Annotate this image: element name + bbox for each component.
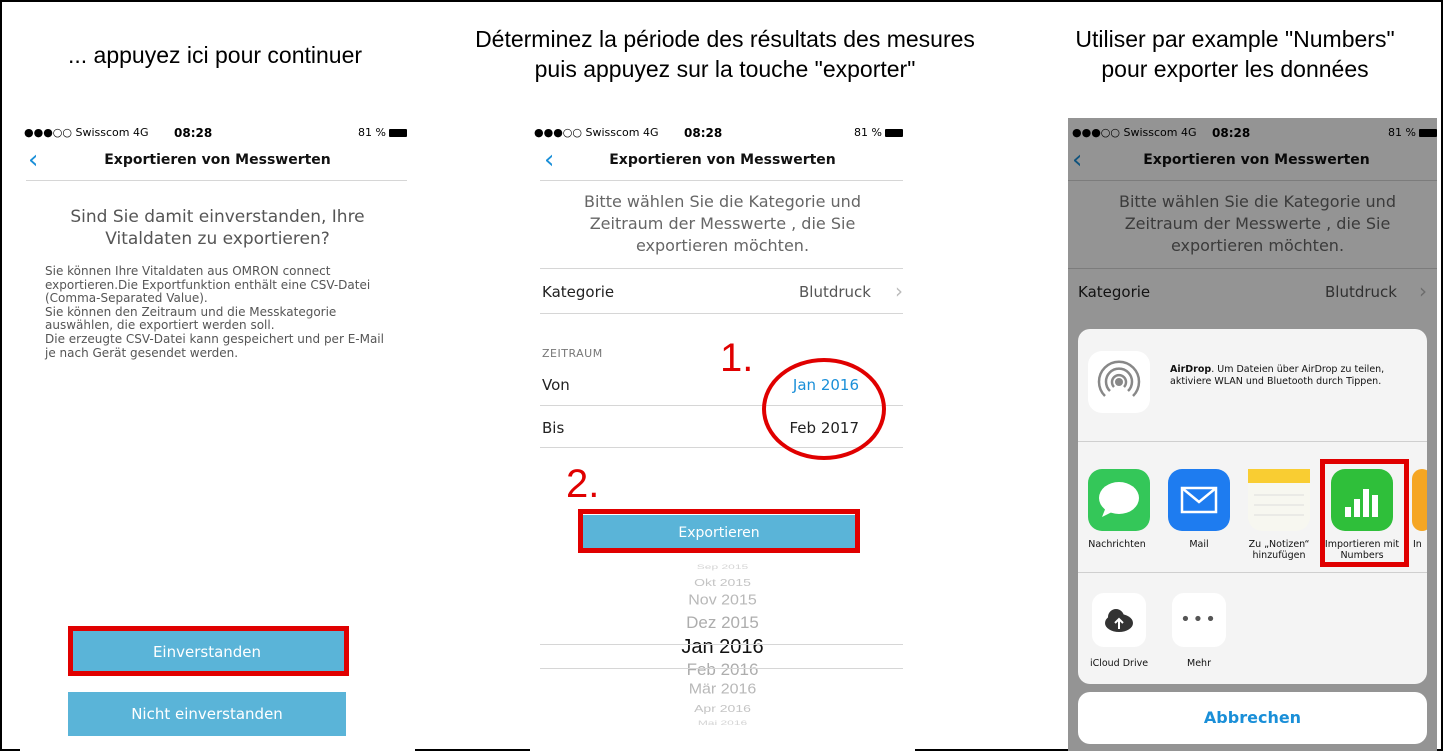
caption-left: ... appuyez ici pour continuer — [67, 42, 363, 68]
picker-item[interactable]: Okt 2015 — [530, 576, 915, 588]
airdrop-description: AirDrop. Um Dateien über AirDrop zu teil… — [1170, 364, 1413, 388]
battery-indicator: 81 % — [358, 126, 407, 139]
nav-divider — [26, 180, 407, 181]
app-label-notes: Zu „Notizen“ hinzufügen — [1248, 539, 1310, 561]
picker-item[interactable]: Mai 2016 — [530, 719, 915, 727]
from-label: Von — [542, 376, 570, 394]
picker-selection-line-bottom — [540, 668, 903, 669]
consent-question: Sind Sie damit einverstanden, Ihre Vital… — [70, 207, 365, 249]
action-label-more: Mehr — [1187, 658, 1211, 669]
battery-label: 81 % — [854, 126, 882, 139]
airdrop-icon — [1088, 351, 1150, 413]
highlight-ellipse-dates — [762, 358, 886, 460]
highlight-box-numbers — [1320, 459, 1409, 567]
picker-selected-item[interactable]: Jan 2016 — [530, 636, 915, 659]
airdrop-section[interactable]: AirDrop. Um Dateien über AirDrop zu teil… — [1078, 329, 1427, 441]
status-bar: ●●●○○ Swisscom 4G 08:28 81 % — [20, 122, 415, 142]
carrier-label: ●●●○○ Swisscom 4G — [534, 126, 659, 139]
app-label-partial: In — [1413, 539, 1422, 550]
annotation-step-1: 1. — [720, 336, 754, 380]
airdrop-title: AirDrop — [1170, 364, 1212, 375]
battery-icon — [389, 129, 407, 137]
app-label-messages: Nachrichten — [1088, 539, 1146, 550]
battery-label: 81 % — [358, 126, 386, 139]
caption-right: Utiliser par example "Numbers" pour expo… — [1030, 24, 1440, 84]
caption-right-line2: pour exporter les données — [1101, 56, 1369, 82]
picker-item[interactable]: Apr 2016 — [530, 702, 915, 714]
caption-middle-line2: puis appuyez sur la touche "exporter" — [534, 56, 916, 82]
battery-indicator: 81 % — [854, 126, 903, 139]
caption-right-line1: Utiliser par example "Numbers" — [1075, 26, 1395, 52]
nav-divider — [540, 180, 903, 181]
date-picker-wheel[interactable]: Sep 2015 Okt 2015 Nov 2015 Dez 2015 Jan 2016… — [530, 560, 915, 730]
picker-selection-line-top — [540, 644, 903, 645]
page-title: Exportieren von Messwerten — [104, 152, 331, 168]
divider — [540, 313, 903, 314]
caption-middle: Déterminez la période des résultats des … — [445, 24, 1005, 84]
category-row[interactable]: Kategorie Blutdruck › — [542, 271, 915, 311]
mail-icon[interactable] — [1168, 469, 1230, 531]
app-label-mail: Mail — [1189, 539, 1209, 550]
phone-screen-consent: ●●●○○ Swisscom 4G 08:28 81 % ‹ Exportier… — [20, 118, 415, 751]
battery-icon — [885, 129, 903, 137]
clock: 08:28 — [174, 126, 213, 140]
cancel-button[interactable]: Abbrechen — [1078, 692, 1427, 744]
consent-description: Sie können Ihre Vitaldaten aus OMRON con… — [45, 264, 395, 360]
notes-icon[interactable] — [1248, 469, 1310, 531]
status-bar: ●●●○○ Swisscom 4G 08:28 81 % — [530, 122, 915, 142]
phone-screen-share: ●●●○○ Swisscom 4G 08:28 81 % ‹ Exportier… — [1068, 118, 1437, 751]
picker-item[interactable]: Dez 2015 — [530, 613, 915, 633]
nav-bar: ‹ Exportieren von Messwerten — [20, 142, 415, 182]
disagree-button[interactable]: Nicht einverstanden — [68, 692, 346, 736]
partial-app-icon[interactable] — [1412, 469, 1427, 531]
carrier-label: ●●●○○ Swisscom 4G — [24, 126, 149, 139]
picker-item[interactable]: Mär 2016 — [530, 682, 915, 698]
category-label: Kategorie — [542, 283, 615, 301]
divider — [540, 268, 903, 269]
category-value: Blutdruck — [799, 283, 871, 301]
section-header-period: ZEITRAUM — [542, 347, 603, 360]
phone-screen-export: ●●●○○ Swisscom 4G 08:28 81 % ‹ Exportier… — [530, 118, 915, 751]
clock: 08:28 — [684, 126, 723, 140]
action-label-icloud: iCloud Drive — [1089, 658, 1149, 669]
picker-item[interactable]: Feb 2016 — [530, 660, 915, 680]
annotation-step-2: 2. — [566, 462, 600, 506]
export-prompt: Bitte wählen Sie die Kategorie und Zeitr… — [584, 192, 861, 255]
picker-item[interactable]: Sep 2015 — [530, 563, 915, 571]
caption-middle-line1: Déterminez la période des résultats des … — [475, 26, 975, 52]
highlight-box-export — [578, 509, 860, 553]
chevron-right-icon: › — [895, 279, 903, 303]
messages-icon[interactable] — [1088, 469, 1150, 531]
icloud-drive-icon[interactable] — [1092, 593, 1146, 647]
more-icon[interactable]: ••• — [1172, 593, 1226, 647]
nav-bar: ‹ Exportieren von Messwerten — [530, 142, 915, 182]
picker-item[interactable]: Nov 2015 — [530, 593, 915, 609]
to-label: Bis — [542, 419, 565, 437]
consent-paragraph: Sie können Ihre Vitaldaten aus OMRON con… — [45, 264, 384, 360]
highlight-box-agree — [68, 626, 349, 676]
action-row: iCloud Drive ••• Mehr — [1078, 573, 1427, 684]
page-title: Exportieren von Messwerten — [609, 152, 836, 168]
